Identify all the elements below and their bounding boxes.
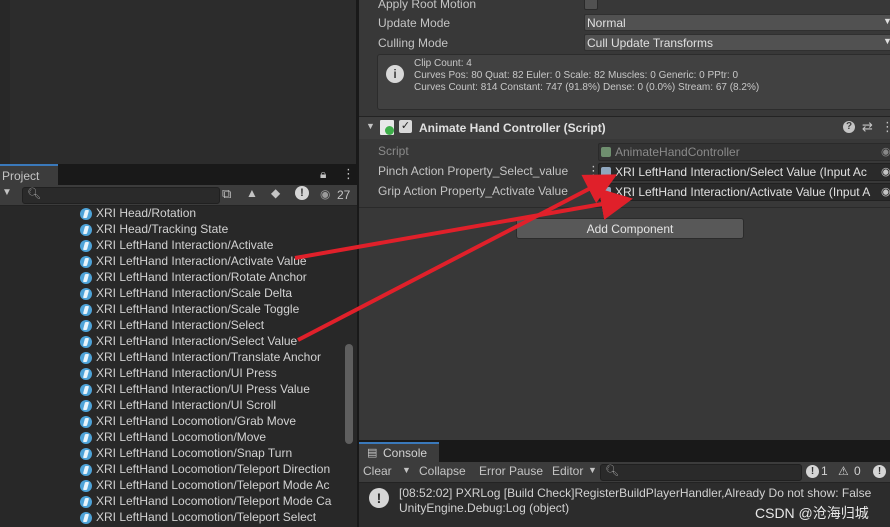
annotation-arrows: [294, 174, 633, 342]
arrow-select-value-to-pinch: [297, 174, 618, 342]
arrow-activate-to-grip: [294, 188, 633, 260]
